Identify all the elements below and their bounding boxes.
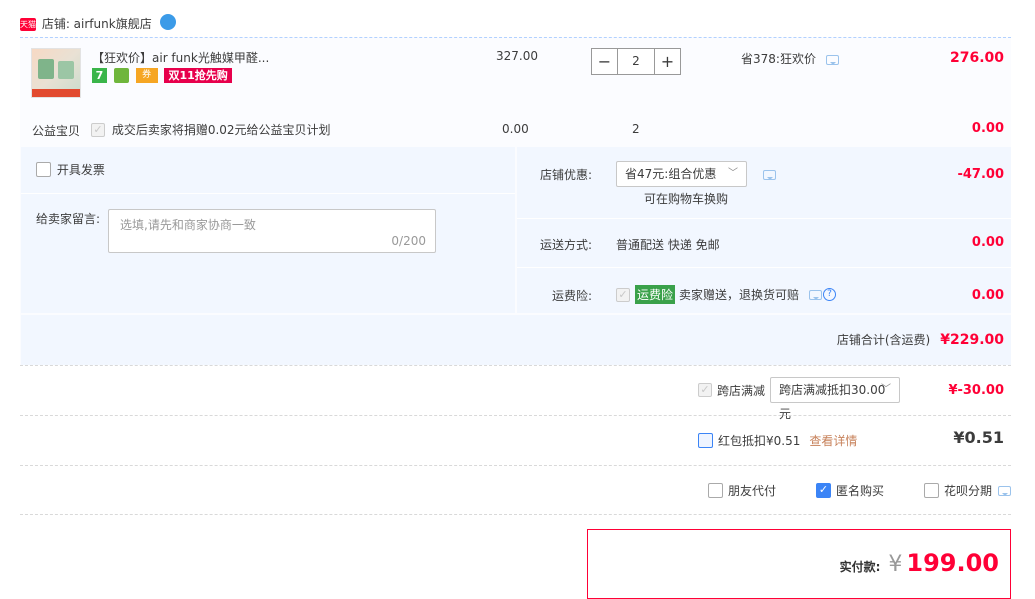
chevron-down-icon: ﹀	[881, 384, 892, 395]
charity-desc: 成交后卖家将捐赠0.02元给公益宝贝计划	[111, 123, 331, 137]
message-placeholder: 选填,请先和商家协商一致	[120, 218, 256, 232]
product-total: 276.00	[949, 50, 1004, 66]
huabei-label: 花呗分期	[944, 484, 993, 498]
message-label: 给卖家留言:	[36, 212, 101, 226]
charity-total: 0.00	[971, 121, 1004, 136]
comment-icon[interactable]	[825, 54, 839, 65]
unit-price: 327.00	[496, 49, 538, 63]
shop-total-amount: ¥229.00	[940, 332, 1004, 348]
discount-note: 可在购物车换购	[644, 192, 729, 206]
quantity-stepper: − 2 +	[591, 48, 681, 75]
friend-pay-label: 朋友代付	[728, 484, 777, 498]
promo-label: 省378:狂欢价	[741, 52, 816, 66]
discount-value: 省47元:组合优惠	[625, 167, 717, 181]
double11-badge: 双11抢先购	[164, 68, 232, 83]
shop-total: 店铺合计(含运费) ¥229.00	[837, 331, 1004, 348]
insurance-badge: 运费险	[635, 285, 676, 304]
charity-qty: 2	[632, 122, 640, 136]
cross-shop-select[interactable]: 跨店满减抵扣30.00元 ﹀	[770, 377, 901, 421]
invoice-checkbox[interactable]	[36, 162, 51, 177]
redpacket-row: 红包抵扣¥0.51 查看详情	[698, 432, 857, 449]
currency-symbol: ¥	[888, 552, 903, 577]
cross-shop-amount: ¥-30.00	[948, 383, 1004, 398]
insurance-label: 运费险:	[552, 289, 593, 303]
anonymous-label: 匿名购买	[836, 484, 885, 498]
redpacket-amount: ¥0.51	[953, 428, 1004, 447]
comment-icon[interactable]	[998, 485, 1012, 496]
insurance-row: ✓ 运费险 卖家赠送，退换货可赔 ?	[616, 285, 837, 304]
cross-shop-checkbox: ✓	[698, 383, 712, 397]
payment-total: 实付款: ¥ 199.00	[840, 549, 999, 577]
comment-icon[interactable]	[809, 289, 823, 300]
redpacket-label: 红包抵扣¥0.51	[718, 434, 801, 448]
charity-row: ✓ 成交后卖家将捐赠0.02元给公益宝贝计划	[91, 121, 331, 138]
help-icon[interactable]: ?	[823, 288, 837, 301]
invoice-option[interactable]: 开具发票	[36, 161, 105, 178]
cross-shop-row: ✓ 跨店满减 跨店满减抵扣30.00元 ﹀	[698, 377, 901, 421]
shipping-value: 普通配送 快递 免邮	[616, 238, 720, 252]
redpacket-checkbox[interactable]	[698, 433, 713, 448]
insurance-amount: 0.00	[971, 288, 1004, 303]
shop-total-label: 店铺合计(含运费)	[836, 333, 931, 347]
wangwang-icon[interactable]	[159, 13, 176, 30]
quantity-input[interactable]: 2	[618, 48, 654, 75]
increase-button[interactable]: +	[654, 48, 681, 75]
payment-label: 实付款:	[839, 560, 881, 574]
anonymous-checkbox[interactable]: ✓	[816, 483, 831, 498]
comment-icon[interactable]	[763, 170, 776, 180]
redpacket-detail-link[interactable]: 查看详情	[809, 432, 857, 449]
payment-amount: 199.00	[906, 549, 999, 577]
huabei-checkbox[interactable]	[924, 483, 939, 498]
guarantee-icon	[113, 68, 129, 83]
friend-pay-option[interactable]: 朋友代付	[708, 482, 776, 499]
charity-label: 公益宝贝	[32, 124, 81, 138]
huabei-option[interactable]: 花呗分期	[924, 482, 1012, 499]
insurance-desc: 卖家赠送，退换货可赔	[679, 288, 800, 302]
tmall-icon: 天猫	[20, 18, 36, 31]
discount-label: 店铺优惠:	[540, 168, 593, 182]
message-counter: 0/200	[391, 234, 426, 248]
chevron-down-icon: ﹀	[728, 168, 738, 179]
invoice-label: 开具发票	[56, 163, 105, 177]
discount-amount: -47.00	[957, 167, 1004, 182]
friend-pay-checkbox[interactable]	[708, 483, 723, 498]
message-textarea[interactable]: 选填,请先和商家协商一致 0/200	[108, 209, 436, 253]
anonymous-option[interactable]: ✓ 匿名购买	[816, 482, 884, 499]
decrease-button[interactable]: −	[591, 48, 618, 75]
product-title[interactable]: 【狂欢价】air funk光触媒甲醛...	[92, 49, 472, 66]
product-thumbnail[interactable]	[31, 48, 81, 98]
seven-day-return-icon: 7	[92, 68, 107, 83]
coupon-icon: 券	[135, 68, 158, 83]
charity-price: 0.00	[502, 122, 529, 136]
shipping-label: 运送方式:	[540, 238, 593, 252]
cross-shop-label: 跨店满减	[717, 383, 766, 398]
shop-header: 天猫 店铺: airfunk旗舰店	[20, 13, 176, 32]
shop-name[interactable]: 店铺: airfunk旗舰店	[42, 17, 152, 31]
discount-select[interactable]: 省47元:组合优惠 ﹀	[616, 161, 747, 187]
payment-summary: 实付款: ¥ 199.00	[587, 529, 1011, 599]
shipping-amount: 0.00	[971, 235, 1004, 250]
product-tags: 7 券 双11抢先购	[92, 68, 232, 83]
insurance-checkbox: ✓	[616, 287, 630, 302]
promo-text: 省378:狂欢价	[741, 50, 839, 67]
charity-checkbox: ✓	[91, 122, 105, 137]
